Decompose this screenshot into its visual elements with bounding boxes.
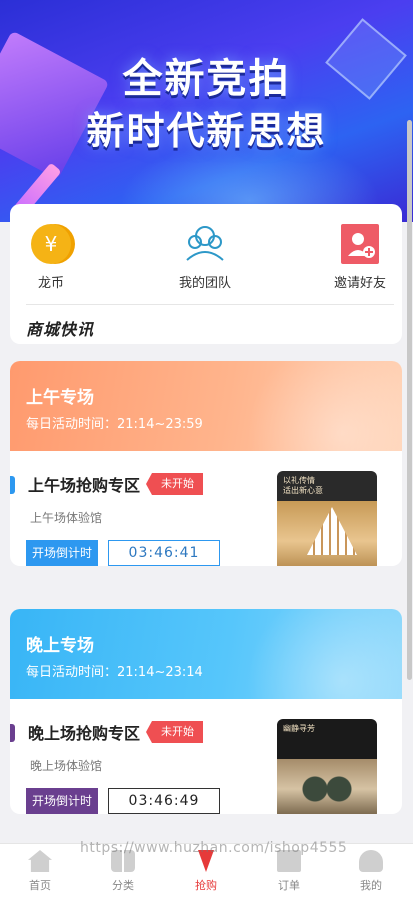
thumbnail-caption: 幽静寻芳 [283,724,315,733]
venue-name: 上午场体验馆 [30,511,103,525]
tab-label: 我的 [360,879,382,892]
session-time: 每日活动时间：21:14~23:59 [26,417,203,432]
menu-item-invite-friends[interactable]: 邀请好友 [305,222,413,291]
status-badge: 未开始 [146,473,203,495]
venue-name: 晚上场体验馆 [30,759,103,773]
invite-friend-icon [338,222,382,266]
countdown-timer: 03:46:49 [108,788,220,814]
menu-item-label: 邀请好友 [333,276,386,291]
quick-menu-card: ¥ 龙币 我的团队 邀请好友 商城快讯 [10,204,402,344]
hero-banner[interactable]: 全新竞拍 新时代新思想 [0,0,413,222]
watermark: https://www.huzhan.com/ishop4555 [80,840,348,856]
thumbnail-caption: 以礼传情 适出新心意 [283,476,323,495]
session-title: 上午专场 [26,388,94,408]
session-time: 每日活动时间：21:14~23:14 [26,665,203,680]
tab-category[interactable]: 分类 [93,850,153,893]
menu-item-dragon-coin[interactable]: ¥ 龙币 [0,222,106,291]
accent-bar [10,724,15,742]
product-thumbnail[interactable]: 以礼传情 适出新心意 [277,471,377,566]
coin-icon: ¥ [29,222,73,266]
zone-name: 上午场抢购专区 [28,476,141,495]
session-header: 上午专场 每日活动时间：21:14~23:59 [10,361,402,451]
product-thumbnail[interactable]: 幽静寻芳 [277,719,377,814]
menu-item-label: 我的团队 [178,276,231,291]
evening-session-card: 晚上专场 每日活动时间：21:14~23:14 晚上场抢购专区 未开始 晚上场体… [10,609,402,814]
accent-bar [10,476,15,494]
menu-item-my-team[interactable]: 我的团队 [150,222,260,291]
tab-flash-sale[interactable]: 抢购 [176,850,236,893]
tab-profile[interactable]: 我的 [341,850,401,893]
menu-item-label: 龙币 [37,276,64,291]
home-icon [28,850,52,872]
tab-home[interactable]: 首页 [10,850,70,893]
countdown-label: 开场倒计时 [26,788,99,814]
team-icon [183,222,227,266]
tab-label: 分类 [112,879,134,892]
flash-sale-zone[interactable]: 上午场抢购专区 未开始 上午场体验馆 开场倒计时 03:46:41 以礼传情 适… [10,451,402,566]
morning-session-card: 上午专场 每日活动时间：21:14~23:59 上午场抢购专区 未开始 上午场体… [10,361,402,566]
session-title: 晚上专场 [26,636,94,656]
tab-orders[interactable]: 订单 [259,850,319,893]
scrollbar[interactable] [407,120,412,680]
tab-label: 订单 [278,879,300,892]
banner-headline: 全新竞拍 [122,56,291,102]
status-badge: 未开始 [146,721,203,743]
tab-label: 抢购 [195,879,217,892]
profile-icon [359,850,383,872]
news-section-title[interactable]: 商城快讯 [26,316,94,340]
tab-label: 首页 [29,879,51,892]
banner-subheadline: 新时代新思想 [86,109,327,153]
zone-name: 晚上场抢购专区 [28,724,141,743]
flash-sale-zone[interactable]: 晚上场抢购专区 未开始 晚上场体验馆 开场倒计时 03:46:49 幽静寻芳 [10,699,402,814]
countdown-label: 开场倒计时 [26,540,99,566]
divider [26,304,394,305]
session-header: 晚上专场 每日活动时间：21:14~23:14 [10,609,402,699]
countdown-timer: 03:46:41 [108,540,220,566]
